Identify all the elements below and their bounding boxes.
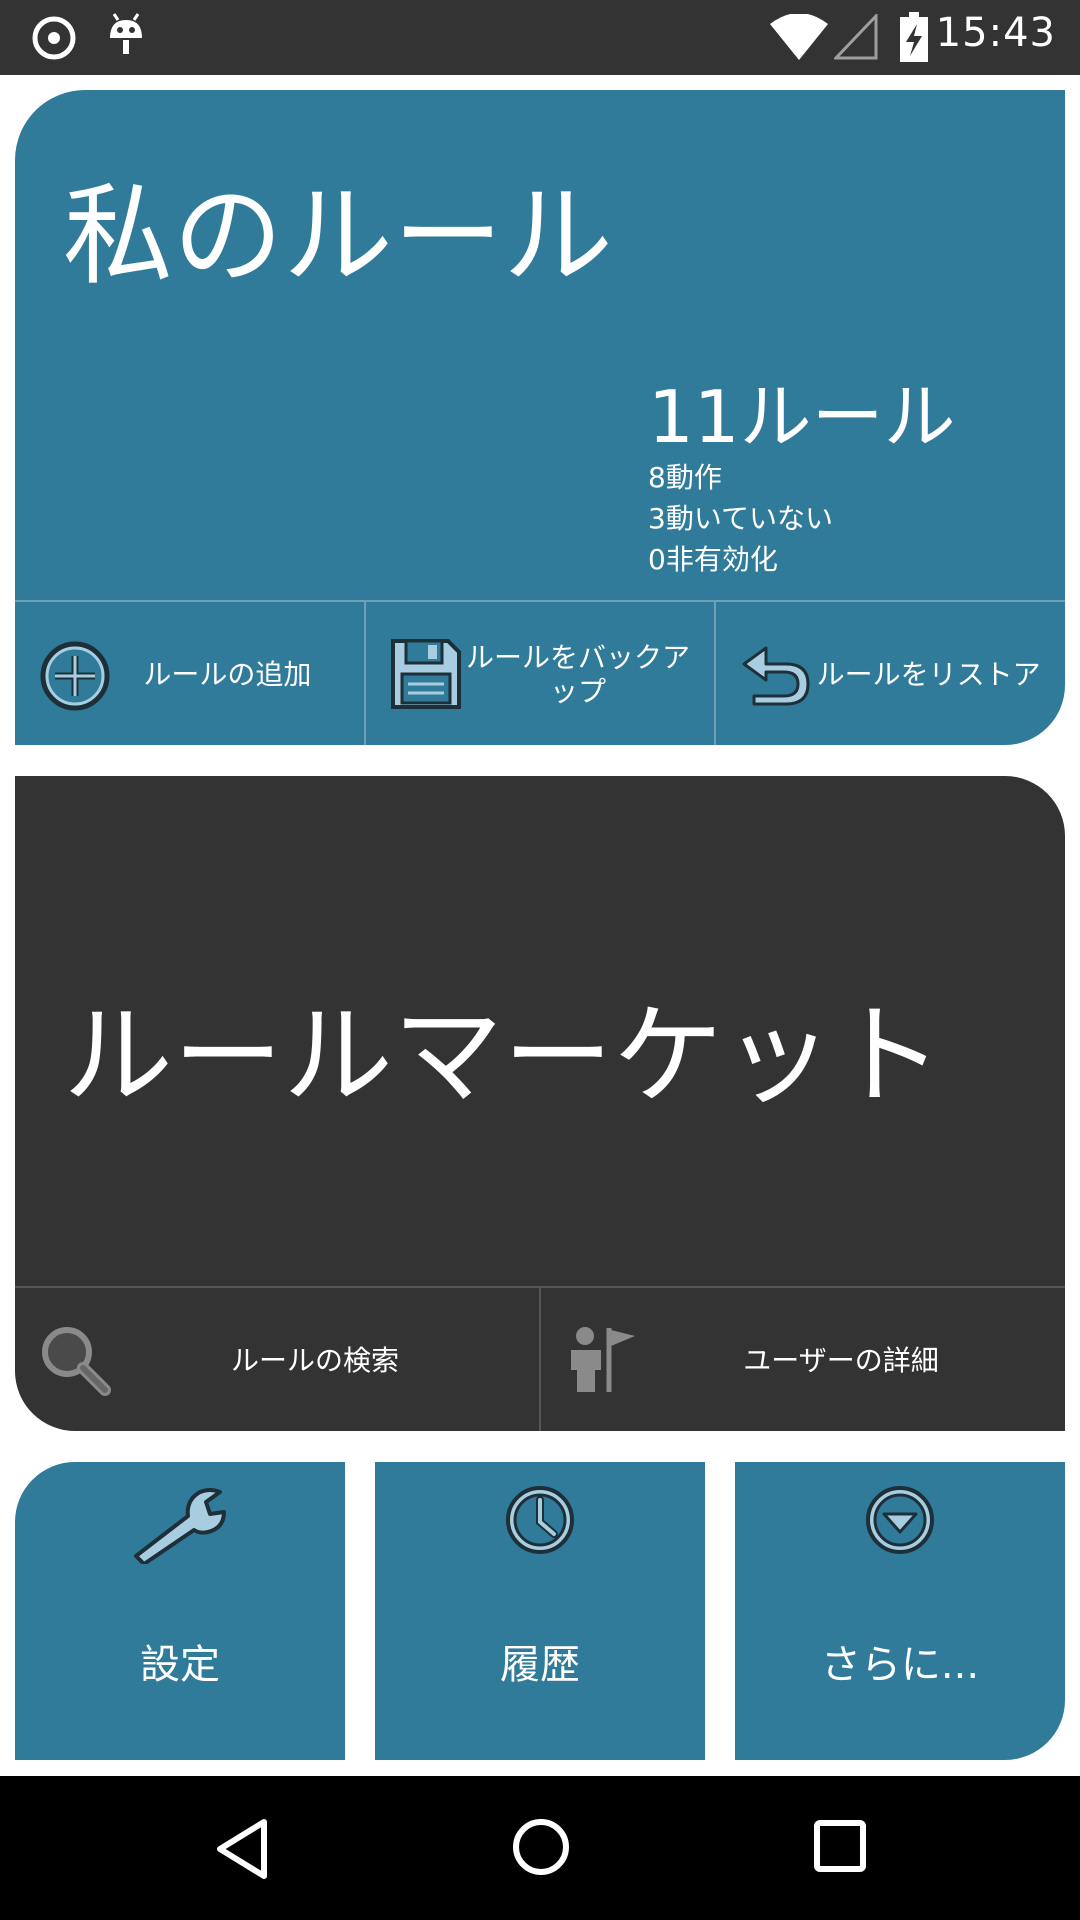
- undo-arrow-icon: [740, 644, 812, 712]
- dropdown-circle-icon: [864, 1484, 936, 1560]
- android-icon: [106, 12, 146, 66]
- my-rules-card[interactable]: 私のルール 11ルール 8動作 3動いていない 0非有効化 ルールの追加 ルール…: [15, 90, 1065, 745]
- wifi-icon: [770, 13, 828, 64]
- add-circle-icon: [39, 640, 111, 716]
- backup-rules-button[interactable]: ルールをバックアップ: [363, 602, 715, 745]
- clock-time: 15:43: [935, 10, 1056, 56]
- rule-market-card[interactable]: ルールマーケット ルールの検索 ユーザーの詳細: [15, 776, 1065, 1431]
- history-label: 履歴: [500, 1642, 580, 1688]
- stat-disabled: 0非有効化: [648, 543, 778, 576]
- settings-tile[interactable]: 設定: [15, 1462, 345, 1760]
- wrench-icon: [132, 1484, 228, 1568]
- more-tile[interactable]: さらに...: [735, 1462, 1065, 1760]
- navigation-bar: [0, 1776, 1080, 1920]
- stat-inactive: 3動いていない: [648, 502, 833, 535]
- rule-market-title: ルールマーケット: [63, 992, 943, 1120]
- signal-icon: [832, 12, 878, 64]
- my-rules-title: 私のルール: [63, 172, 613, 300]
- search-rules-button[interactable]: ルールの検索: [15, 1288, 539, 1431]
- user-flag-icon: [565, 1324, 637, 1400]
- settings-label: 設定: [140, 1642, 220, 1688]
- battery-charging-icon: [900, 12, 928, 66]
- status-bar: 15:43: [0, 0, 1080, 75]
- more-label: さらに...: [820, 1642, 980, 1688]
- floppy-disk-icon: [390, 638, 462, 714]
- user-details-button[interactable]: ユーザーの詳細: [539, 1288, 1065, 1431]
- magnifier-icon: [39, 1324, 111, 1400]
- market-actions: ルールの検索 ユーザーの詳細: [15, 1286, 1065, 1431]
- rule-count: 11ルール: [648, 375, 956, 459]
- record-icon: [30, 14, 78, 66]
- recents-icon[interactable]: [812, 1818, 868, 1878]
- home-icon[interactable]: [510, 1816, 572, 1882]
- back-icon[interactable]: [212, 1816, 272, 1886]
- clock-icon: [504, 1484, 576, 1560]
- add-rule-button[interactable]: ルールの追加: [15, 602, 364, 745]
- my-rules-actions: ルールの追加 ルールをバックアップ ルールをリストア: [15, 600, 1065, 745]
- restore-rules-button[interactable]: ルールをリストア: [714, 602, 1065, 745]
- stat-active: 8動作: [648, 461, 722, 494]
- history-tile[interactable]: 履歴: [375, 1462, 705, 1760]
